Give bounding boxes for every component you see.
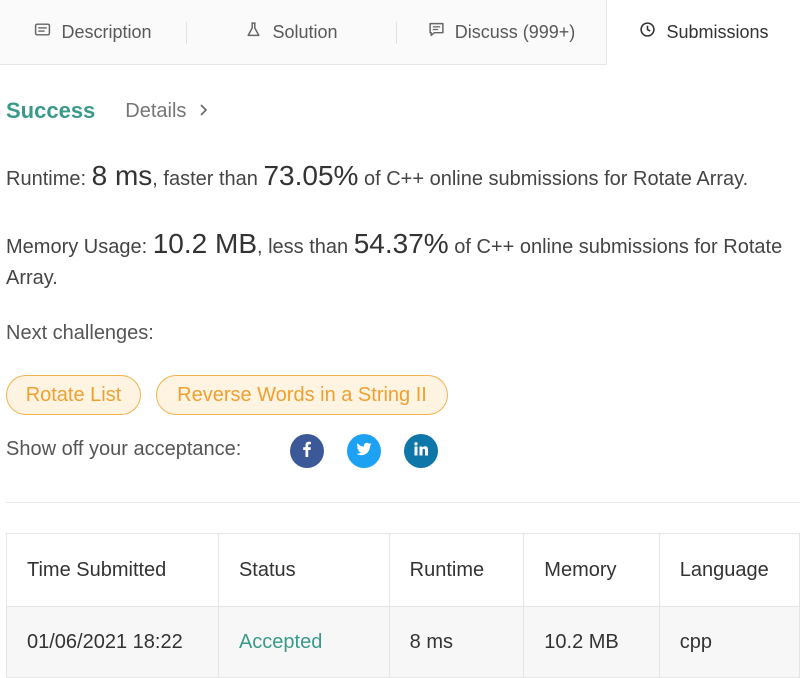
runtime-summary: Runtime: 8 ms, faster than 73.05% of C++… xyxy=(6,160,748,192)
column-header-time-submitted[interactable]: Time Submitted xyxy=(6,533,219,607)
column-header-memory[interactable]: Memory xyxy=(523,533,660,607)
cell-runtime: 8 ms xyxy=(388,606,525,678)
facebook-share-button[interactable] xyxy=(290,434,324,468)
tab-submissions[interactable]: Submissions xyxy=(606,0,800,65)
details-label: Details xyxy=(125,99,187,122)
next-challenges-label: Next challenges: xyxy=(6,322,154,344)
cell-time-submitted: 01/06/2021 18:22 xyxy=(6,606,219,678)
flask-icon xyxy=(245,21,262,43)
runtime-middle: , faster than xyxy=(152,168,264,190)
tab-discuss-label: Discuss (999+) xyxy=(454,21,576,42)
column-header-language[interactable]: Language xyxy=(658,533,800,607)
tab-submissions-label: Submissions xyxy=(666,21,769,42)
memory-summary: Memory Usage: 10.2 MB, less than 54.37% … xyxy=(6,228,786,294)
description-icon xyxy=(34,21,51,43)
table-header-row: Time Submitted Status Runtime Memory Lan… xyxy=(6,533,800,607)
comment-icon xyxy=(428,21,445,43)
column-header-runtime[interactable]: Runtime xyxy=(388,533,525,607)
linkedin-icon xyxy=(412,440,430,463)
runtime-percent: 73.05% xyxy=(263,160,359,191)
submissions-table: Time Submitted Status Runtime Memory Lan… xyxy=(6,533,800,678)
facebook-icon xyxy=(298,440,316,463)
memory-middle: , less than xyxy=(257,236,354,258)
memory-percent: 54.37% xyxy=(353,228,449,259)
success-status: Success xyxy=(6,98,96,123)
tab-discuss[interactable]: Discuss (999+) xyxy=(397,0,606,64)
tab-solution[interactable]: Solution xyxy=(187,0,396,64)
tab-description-label: Description xyxy=(61,21,152,42)
runtime-prefix: Runtime: xyxy=(6,168,92,190)
result-header: Success Details xyxy=(6,98,208,124)
challenge-chip-rotate-list[interactable]: Rotate List xyxy=(6,375,141,415)
cell-memory: 10.2 MB xyxy=(523,606,660,678)
details-link[interactable]: Details xyxy=(125,100,208,123)
cell-language: cpp xyxy=(658,606,800,678)
cell-status-link[interactable]: Accepted xyxy=(217,606,390,678)
memory-prefix: Memory Usage: xyxy=(6,236,153,258)
runtime-suffix: of C++ online submissions for Rotate Arr… xyxy=(358,168,749,190)
tab-solution-label: Solution xyxy=(272,21,338,42)
challenge-chip-reverse-words[interactable]: Reverse Words in a String II xyxy=(156,375,448,415)
runtime-value: 8 ms xyxy=(91,160,153,191)
twitter-icon xyxy=(355,440,373,463)
column-header-status[interactable]: Status xyxy=(217,533,390,607)
share-label: Show off your acceptance: xyxy=(6,438,242,460)
tab-bar: Description Solution Discuss (999+) Subm… xyxy=(0,0,800,65)
chevron-right-icon xyxy=(198,100,208,123)
tab-description[interactable]: Description xyxy=(0,0,186,64)
linkedin-share-button[interactable] xyxy=(404,434,438,468)
section-divider xyxy=(6,502,800,503)
twitter-share-button[interactable] xyxy=(347,434,381,468)
clock-icon xyxy=(639,21,656,43)
memory-value: 10.2 MB xyxy=(152,228,257,259)
table-row: 01/06/2021 18:22 Accepted 8 ms 10.2 MB c… xyxy=(6,606,800,678)
